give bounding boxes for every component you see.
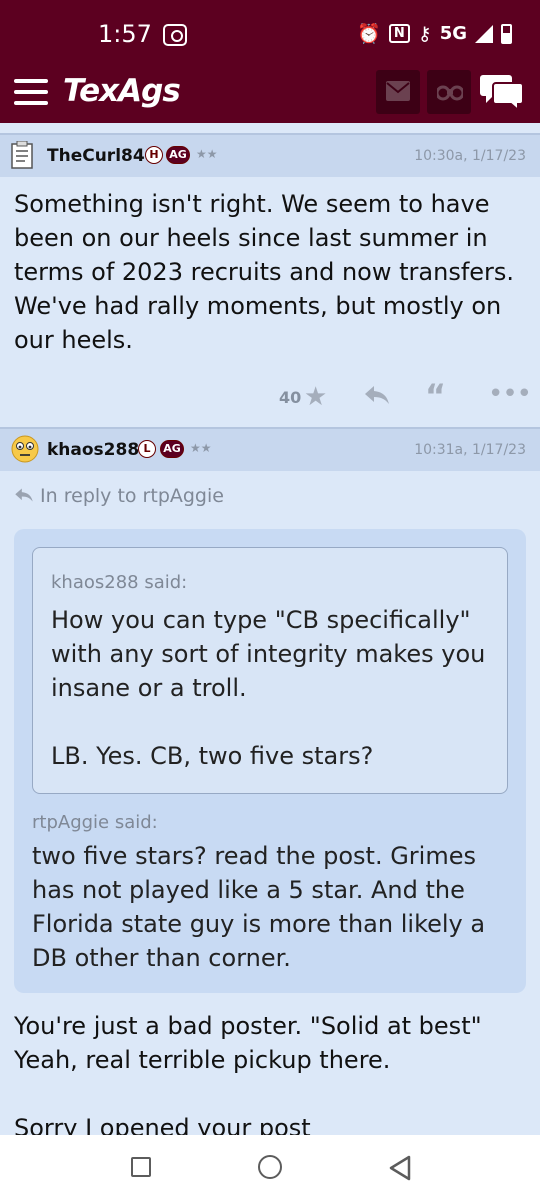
post-timestamp[interactable]: 10:30a, 1/17/23 — [414, 148, 526, 164]
post-username[interactable]: khaos288 — [47, 440, 139, 460]
nested-quote-block: khaos288 said: How you can type "CB spec… — [32, 547, 508, 794]
alarm-icon: ⏰ — [357, 23, 381, 45]
quote-icon[interactable]: “ — [425, 377, 446, 415]
nfc-icon: N — [388, 24, 410, 43]
post-username[interactable]: TheCurl84 — [47, 146, 145, 166]
system-nav-bar — [0, 1135, 540, 1200]
quote-text: two five stars? read the post. Grimes ha… — [32, 842, 486, 972]
class-badge: L — [138, 440, 156, 458]
face-avatar-icon — [11, 435, 39, 463]
signal-icon — [475, 24, 493, 43]
post-header: TheCurl84 H AG ★★ 10:30a, 1/17/23 — [0, 133, 540, 177]
ag-badge: AG — [160, 440, 184, 458]
post-body: Something isn't right. We seem to have b… — [14, 190, 515, 354]
like-count: 40 — [279, 388, 302, 407]
post-body: Sorry I opened your post — [14, 1114, 311, 1135]
thread-page[interactable]: TheCurl84 H AG ★★ 10:30a, 1/17/23 Someth… — [0, 123, 540, 1135]
reply-arrow-icon — [15, 488, 33, 502]
hamburger-icon[interactable] — [14, 79, 48, 105]
in-reply-text: In reply to rtpAggie — [40, 485, 224, 507]
back-button[interactable] — [388, 1155, 412, 1181]
mail-button[interactable] — [376, 70, 420, 114]
quote-text: How you can type "CB specifically" with … — [51, 606, 486, 702]
more-icon[interactable]: ••• — [488, 379, 532, 409]
status-bar: 1:57 ⏰ N ⚷ 5G — [0, 0, 540, 64]
post-body: You're just a bad poster. "Solid at best… — [14, 1012, 482, 1074]
key-icon: ⚷ — [417, 22, 432, 45]
rating-stars: ★★ — [196, 147, 218, 161]
quote-author[interactable]: khaos288 said: — [51, 572, 489, 593]
quote-author[interactable]: rtpAggie said: — [32, 812, 508, 833]
cast-icon — [163, 24, 187, 46]
post-actions: 40 ★ “ ••• — [0, 377, 540, 427]
home-button[interactable] — [258, 1155, 282, 1179]
ag-badge: AG — [166, 146, 190, 164]
star-icon[interactable]: ★ — [304, 382, 327, 412]
binoculars-button[interactable] — [427, 70, 471, 114]
class-badge: H — [145, 146, 163, 164]
chat-bubbles-icon[interactable] — [480, 73, 524, 111]
reply-icon[interactable] — [364, 384, 390, 406]
post-header: khaos288 L AG ★★ 10:31a, 1/17/23 — [0, 427, 540, 471]
quote-block: khaos288 said: How you can type "CB spec… — [14, 529, 526, 993]
app-bar: TexAgs — [0, 64, 540, 123]
quote-text: LB. Yes. CB, two five stars? — [51, 742, 374, 770]
battery-icon — [501, 23, 512, 44]
status-icons: ⏰ N ⚷ 5G — [357, 22, 512, 45]
in-reply-link[interactable]: In reply to rtpAggie — [0, 471, 540, 521]
recents-button[interactable] — [131, 1157, 151, 1177]
post-timestamp[interactable]: 10:31a, 1/17/23 — [414, 442, 526, 458]
rating-stars: ★★ — [190, 441, 212, 455]
binoculars-icon — [437, 85, 463, 101]
document-avatar-icon — [11, 141, 33, 169]
clock: 1:57 — [98, 20, 152, 48]
mail-icon — [386, 81, 410, 101]
network-label: 5G — [439, 23, 467, 44]
app-logo[interactable]: TexAgs — [63, 73, 181, 109]
